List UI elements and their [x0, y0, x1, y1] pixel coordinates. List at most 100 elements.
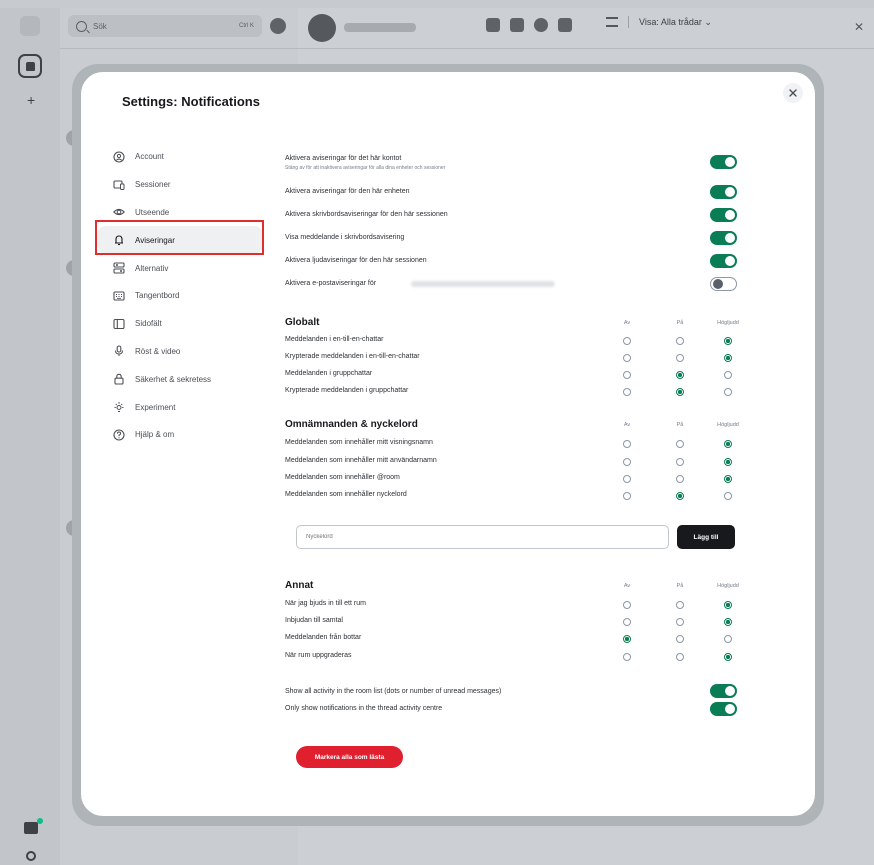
- feedback-icon[interactable]: [24, 818, 43, 834]
- radio-loud[interactable]: [724, 371, 732, 379]
- radio-off[interactable]: [623, 618, 631, 626]
- radio-loud[interactable]: [724, 475, 732, 483]
- search-placeholder: Sök: [93, 21, 107, 31]
- add-space-icon[interactable]: +: [27, 92, 35, 108]
- radio-on[interactable]: [676, 371, 684, 379]
- radio-on[interactable]: [676, 618, 684, 626]
- nav-label: Tangentbord: [135, 291, 180, 301]
- radio-on[interactable]: [676, 653, 684, 661]
- radio-off[interactable]: [623, 458, 631, 466]
- radio-on[interactable]: [676, 458, 684, 466]
- radio-on[interactable]: [676, 440, 684, 448]
- thread-filter-icon: [606, 17, 618, 27]
- help-icon: [111, 427, 127, 443]
- radio-off[interactable]: [623, 371, 631, 379]
- radio-off[interactable]: [623, 601, 631, 609]
- title-prefix: Settings:: [122, 94, 178, 109]
- radio-loud[interactable]: [724, 354, 732, 362]
- nav-item-preferences[interactable]: Alternativ: [97, 254, 263, 282]
- column-header-on: På: [676, 422, 684, 428]
- radio-on[interactable]: [676, 601, 684, 609]
- radio-on[interactable]: [676, 635, 684, 643]
- nav-item-appearance[interactable]: Utseende: [97, 199, 263, 227]
- toggle-switch[interactable]: [710, 231, 737, 245]
- radio-on[interactable]: [676, 388, 684, 396]
- radio-loud[interactable]: [724, 337, 732, 345]
- add-keyword-button[interactable]: Lägg till: [677, 525, 735, 549]
- radio-on[interactable]: [676, 492, 684, 500]
- nav-label: Experiment: [135, 402, 176, 412]
- room-info-icon[interactable]: [534, 18, 548, 32]
- toggle-switch[interactable]: [710, 155, 737, 169]
- space-bar: [0, 8, 61, 865]
- section-title: Omnämnanden & nyckelord: [285, 419, 418, 430]
- radio-loud[interactable]: [724, 653, 732, 661]
- toggle-label: Aktivera skrivbordsaviseringar för den h…: [285, 211, 448, 218]
- nav-item-help[interactable]: Hjälp & om: [97, 421, 263, 449]
- radio-off[interactable]: [623, 475, 631, 483]
- radio-off[interactable]: [623, 440, 631, 448]
- nav-item-security[interactable]: Säkerhet & sekretess: [97, 365, 263, 393]
- radio-loud[interactable]: [724, 388, 732, 396]
- rule-label: Krypterade meddelanden i gruppchattar: [285, 387, 409, 394]
- radio-on[interactable]: [676, 475, 684, 483]
- nav-item-sidebar[interactable]: Sidofält: [97, 310, 263, 338]
- sidebar-icon: [111, 316, 127, 332]
- space-avatar[interactable]: [20, 16, 40, 36]
- nav-item-notifications[interactable]: Aviseringar: [97, 226, 263, 255]
- radio-off[interactable]: [623, 388, 631, 396]
- radio-loud[interactable]: [724, 492, 732, 500]
- rule-label: Meddelanden från bottar: [285, 634, 362, 641]
- nav-item-account[interactable]: Account: [97, 143, 263, 171]
- close-thread-icon[interactable]: ✕: [854, 20, 864, 34]
- settings-nav: Account Sessioner Utseende Aviseringar A…: [97, 143, 263, 449]
- nav-item-labs[interactable]: Experiment: [97, 393, 263, 421]
- rule-label: Meddelanden i gruppchattar: [285, 370, 373, 377]
- radio-loud[interactable]: [724, 601, 732, 609]
- rule-label: När jag bjuds in till ett rum: [285, 600, 366, 607]
- column-header-on: På: [676, 320, 684, 326]
- radio-loud[interactable]: [724, 440, 732, 448]
- nav-item-sessions[interactable]: Sessioner: [97, 171, 263, 199]
- radio-off[interactable]: [623, 653, 631, 661]
- radio-loud[interactable]: [724, 458, 732, 466]
- radio-off[interactable]: [623, 635, 631, 643]
- column-header-off: Av: [623, 320, 631, 326]
- toggle-switch[interactable]: [710, 277, 737, 291]
- radio-off[interactable]: [623, 337, 631, 345]
- room-name-blurred: [344, 23, 416, 32]
- eye-icon: [111, 204, 127, 220]
- video-call-icon[interactable]: [486, 18, 500, 32]
- threads-icon[interactable]: [558, 18, 572, 32]
- email-address-redacted: [411, 281, 555, 287]
- thread-filter-dropdown[interactable]: Visa: Alla trådar ⌄: [639, 17, 712, 28]
- compose-icon[interactable]: [270, 18, 286, 34]
- home-icon[interactable]: [18, 54, 42, 78]
- radio-on[interactable]: [676, 354, 684, 362]
- rule-label: Krypterade meddelanden i en-till-en-chat…: [285, 353, 420, 360]
- rule-label: Meddelanden som innehåller nyckelord: [285, 491, 407, 498]
- voice-call-icon[interactable]: [510, 18, 524, 32]
- room-search[interactable]: Sök Ctrl K: [68, 15, 262, 37]
- lab-icon: [111, 399, 127, 415]
- nav-label: Aviseringar: [135, 235, 175, 245]
- rule-label: Meddelanden som innehåller mitt visnings…: [285, 439, 433, 446]
- nav-item-voice-video[interactable]: Röst & video: [97, 338, 263, 366]
- toggle-switch[interactable]: [710, 702, 737, 716]
- nav-item-keyboard[interactable]: Tangentbord: [97, 282, 263, 310]
- gear-icon[interactable]: [26, 851, 36, 861]
- radio-on[interactable]: [676, 337, 684, 345]
- radio-loud[interactable]: [724, 618, 732, 626]
- radio-off[interactable]: [623, 354, 631, 362]
- toggle-switch[interactable]: [710, 208, 737, 222]
- toggle-switch[interactable]: [710, 254, 737, 268]
- radio-loud[interactable]: [724, 635, 732, 643]
- nav-label: Sessioner: [135, 180, 171, 190]
- toggle-switch[interactable]: [710, 185, 737, 199]
- mark-all-read-button[interactable]: Markera alla som lästa: [296, 746, 403, 768]
- keyword-input[interactable]: [296, 525, 669, 549]
- close-button[interactable]: [783, 83, 803, 103]
- room-avatar: [308, 14, 336, 42]
- toggle-switch[interactable]: [710, 684, 737, 698]
- radio-off[interactable]: [623, 492, 631, 500]
